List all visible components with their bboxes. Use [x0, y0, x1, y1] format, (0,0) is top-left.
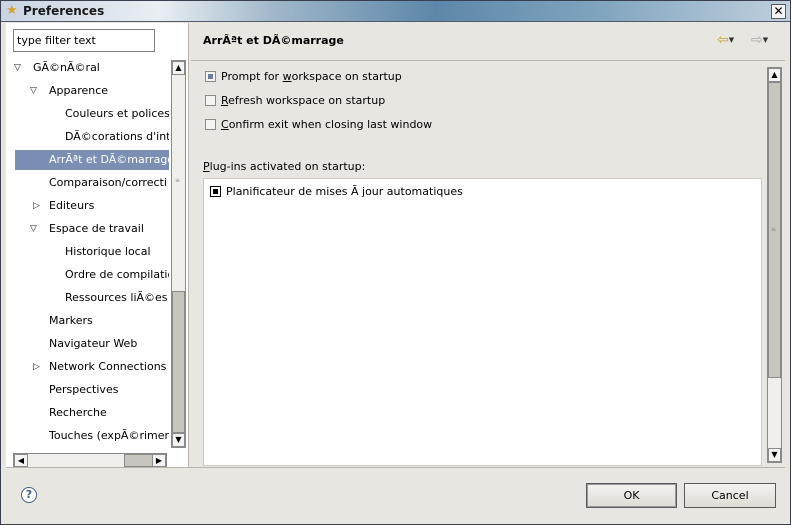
collapsed-arrow-icon[interactable]: ▷	[33, 201, 43, 211]
tree-item-label: GÃ©nÃ©ral	[33, 61, 100, 74]
tree-item-label: Navigateur Web	[49, 337, 138, 350]
checkbox-icon[interactable]	[205, 119, 216, 130]
header-separator	[191, 60, 785, 61]
window-title: Preferences	[23, 4, 105, 18]
tree-item-navigateur[interactable]: Navigateur Web	[49, 334, 137, 354]
tree-item-markers[interactable]: Markers	[49, 311, 93, 331]
tree-item-label: Espace de travail	[49, 222, 144, 235]
tree-item-label: Ressources liÃ©es	[65, 291, 168, 304]
plugins-list: Planificateur de mises Ã jour automatiqu…	[203, 178, 762, 466]
refresh-workspace-checkbox[interactable]: Refresh workspace on startup	[205, 93, 385, 109]
checkbox-icon[interactable]	[205, 95, 216, 106]
page-vertical-scrollbar[interactable]: ▲ ≡ ▼	[767, 67, 782, 463]
cancel-button[interactable]: Cancel	[684, 483, 776, 508]
tree-item-ordre[interactable]: Ordre de compilatio	[65, 265, 169, 285]
back-arrow-icon[interactable]: ⇦	[717, 32, 729, 48]
title-bar[interactable]: ★ Preferences ✕	[1, 1, 790, 22]
scroll-left-icon[interactable]: ◀	[14, 454, 28, 467]
tree-item-label: Markers	[49, 314, 93, 327]
preferences-window: ★ Preferences ✕ ▽ GÃ©nÃ©ral ▽ Apparence …	[0, 0, 791, 525]
collapsed-arrow-icon[interactable]: ▷	[33, 362, 43, 372]
ok-button[interactable]: OK	[586, 483, 677, 508]
tree-item-comparaison[interactable]: Comparaison/correcti	[49, 173, 167, 193]
tree-item-label: Comparaison/correcti	[49, 176, 167, 189]
grip-icon: ≡	[175, 177, 181, 184]
chevron-down-icon[interactable]: ▼	[763, 36, 768, 44]
tree-item-label: Historique local	[65, 245, 151, 258]
expanded-arrow-icon[interactable]: ▽	[30, 224, 40, 234]
tree-item-label: Ordre de compilatio	[65, 268, 169, 281]
star-icon: ★	[6, 3, 18, 18]
scroll-thumb[interactable]	[124, 454, 154, 467]
scroll-down-icon[interactable]: ▼	[768, 448, 781, 462]
chevron-down-icon[interactable]: ▼	[729, 36, 734, 44]
scroll-up-icon[interactable]: ▲	[172, 61, 185, 75]
tree-vertical-scrollbar[interactable]: ▲ ≡ ▼	[171, 60, 186, 448]
tree-item-perspectives[interactable]: Perspectives	[49, 380, 118, 400]
scroll-right-icon[interactable]: ▶	[152, 454, 166, 467]
checkbox-icon[interactable]	[210, 186, 221, 197]
scroll-down-icon[interactable]: ▼	[172, 433, 185, 447]
expanded-arrow-icon[interactable]: ▽	[30, 86, 40, 96]
back-button[interactable]: ⇦▼	[717, 33, 734, 47]
scroll-thumb[interactable]	[172, 291, 185, 433]
preferences-tree: ▽ GÃ©nÃ©ral ▽ Apparence Couleurs et poli…	[6, 58, 169, 446]
checkbox-icon[interactable]	[205, 71, 216, 82]
footer-separator	[6, 467, 785, 468]
tree-item-label: Apparence	[49, 84, 109, 97]
tree-item-label: Network Connections	[49, 360, 167, 373]
tree-item-couleurs[interactable]: Couleurs et polices	[65, 104, 169, 124]
scroll-up-icon[interactable]: ▲	[768, 68, 781, 82]
prompt-workspace-checkbox[interactable]: Prompt for workspace on startup	[205, 69, 402, 85]
filter-input[interactable]	[13, 29, 155, 52]
confirm-exit-checkbox[interactable]: Confirm exit when closing last window	[205, 117, 432, 133]
tree-item-historique[interactable]: Historique local	[65, 242, 151, 262]
plugins-label: Plug-ins activated on startup:	[203, 160, 366, 173]
expanded-arrow-icon[interactable]: ▽	[14, 63, 24, 73]
tree-item-label: Perspectives	[49, 383, 119, 396]
grip-icon: ≡	[771, 226, 777, 233]
tree-item-label: DÃ©corations d'inti	[65, 130, 169, 143]
tree-item-touches[interactable]: Touches (expÃ©rimer	[49, 426, 169, 446]
tree-item-recherche[interactable]: Recherche	[49, 403, 107, 423]
tree-item-label: Touches (expÃ©rimer	[49, 429, 169, 442]
tree-item-decorations[interactable]: DÃ©corations d'inti	[65, 127, 169, 147]
tree-item-arret-demarrage[interactable]: ArrÃªt et DÃ©marrage	[15, 150, 169, 170]
plugin-item-update-scheduler[interactable]: Planificateur de mises Ã jour automatiqu…	[210, 184, 463, 200]
tree-item-label: ArrÃªt et DÃ©marrage	[49, 153, 169, 166]
page-title: ArrÃªt et DÃ©marrage	[203, 34, 344, 47]
forward-arrow-icon[interactable]: ⇨	[751, 32, 763, 48]
preferences-tree-panel: ▽ GÃ©nÃ©ral ▽ Apparence Couleurs et poli…	[6, 23, 189, 468]
help-icon[interactable]: ?	[21, 487, 37, 503]
tree-item-label: Editeurs	[49, 199, 95, 212]
forward-button[interactable]: ⇨▼	[751, 33, 768, 47]
tree-horizontal-scrollbar[interactable]: ◀ ▶	[13, 453, 167, 468]
preference-page: ArrÃªt et DÃ©marrage ⇦▼ ⇨▼ Prompt for wo…	[191, 23, 785, 467]
tree-item-label: Recherche	[49, 406, 107, 419]
close-button[interactable]: ✕	[771, 4, 786, 19]
tree-item-label: Couleurs et polices	[65, 107, 169, 120]
tree-item-ressources[interactable]: Ressources liÃ©es	[65, 288, 168, 308]
